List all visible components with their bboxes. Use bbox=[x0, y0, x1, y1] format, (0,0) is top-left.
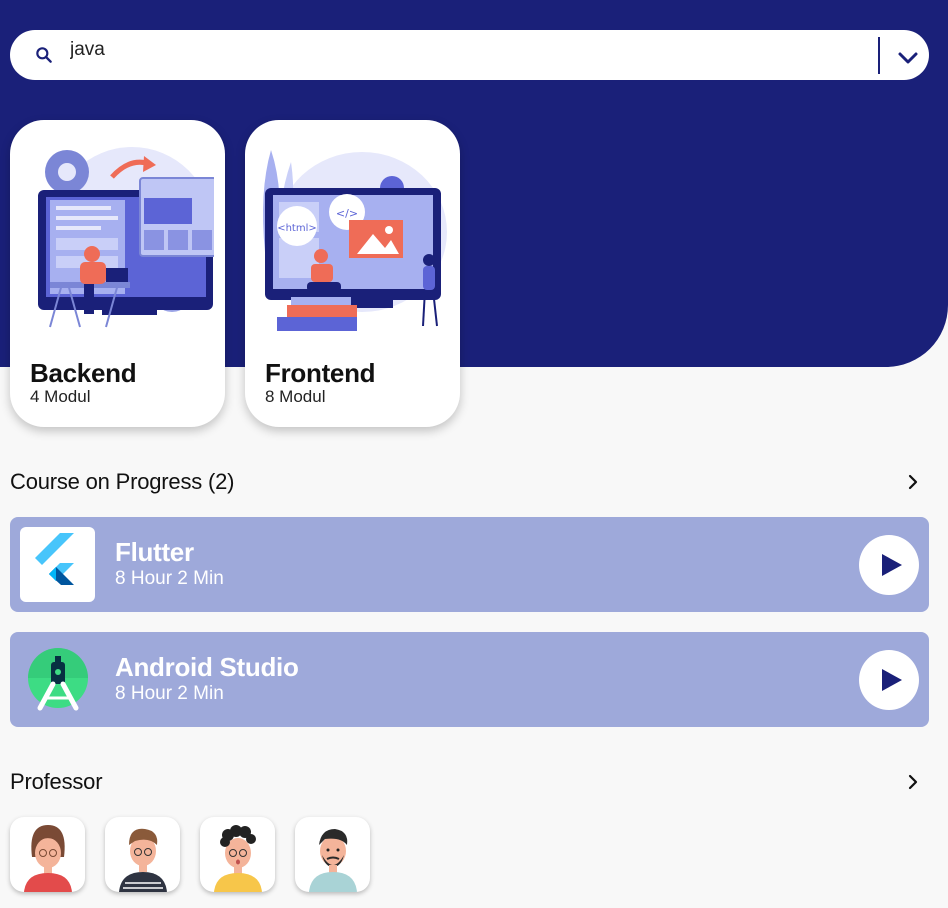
course-title: Flutter bbox=[115, 537, 194, 567]
app-screen: Backend 4 Modul <html> </> bbox=[0, 0, 948, 908]
course-duration: 8 Hour 2 Min bbox=[115, 568, 224, 589]
professor-avatar-1[interactable] bbox=[10, 817, 85, 892]
category-card-frontend[interactable]: <html> </> Frontend 8 Modul bbox=[245, 120, 460, 427]
flutter-logo bbox=[20, 527, 95, 602]
professor-avatar-3[interactable] bbox=[200, 817, 275, 892]
play-icon bbox=[882, 554, 902, 576]
html-tag-text: <html> bbox=[277, 223, 317, 234]
course-title: Android Studio bbox=[115, 652, 299, 682]
progress-section-title: Course on Progress (2) bbox=[10, 469, 235, 494]
avatar bbox=[24, 825, 72, 892]
search-icon bbox=[36, 47, 52, 63]
search-input[interactable] bbox=[70, 38, 850, 62]
avatar bbox=[309, 829, 357, 892]
backend-illustration bbox=[38, 147, 214, 328]
code-tag-text: </> bbox=[336, 207, 358, 220]
category-title: Frontend bbox=[265, 358, 376, 388]
frontend-illustration: <html> </> bbox=[263, 150, 447, 331]
category-card-backend[interactable]: Backend 4 Modul bbox=[10, 120, 225, 427]
search-bar[interactable] bbox=[10, 30, 929, 80]
search-divider bbox=[878, 37, 880, 74]
chevron-right-icon[interactable] bbox=[904, 773, 922, 791]
progress-card-flutter[interactable]: Flutter 8 Hour 2 Min bbox=[10, 517, 929, 612]
professor-avatar-4[interactable] bbox=[295, 817, 370, 892]
progress-card-android-studio[interactable]: Android Studio 8 Hour 2 Min bbox=[10, 632, 929, 727]
category-module-count: 4 Modul bbox=[30, 387, 91, 406]
play-icon bbox=[882, 669, 902, 691]
avatar bbox=[119, 828, 167, 892]
avatar bbox=[214, 825, 262, 892]
professor-avatar-2[interactable] bbox=[105, 817, 180, 892]
chevron-right-icon[interactable] bbox=[904, 473, 922, 491]
category-module-count: 8 Modul bbox=[265, 387, 326, 406]
android-studio-logo bbox=[20, 642, 95, 717]
play-button[interactable] bbox=[859, 535, 919, 595]
play-button[interactable] bbox=[859, 650, 919, 710]
course-duration: 8 Hour 2 Min bbox=[115, 683, 224, 704]
professor-section-title: Professor bbox=[10, 769, 103, 794]
category-title: Backend bbox=[30, 358, 137, 388]
chevron-down-icon[interactable] bbox=[896, 48, 920, 68]
